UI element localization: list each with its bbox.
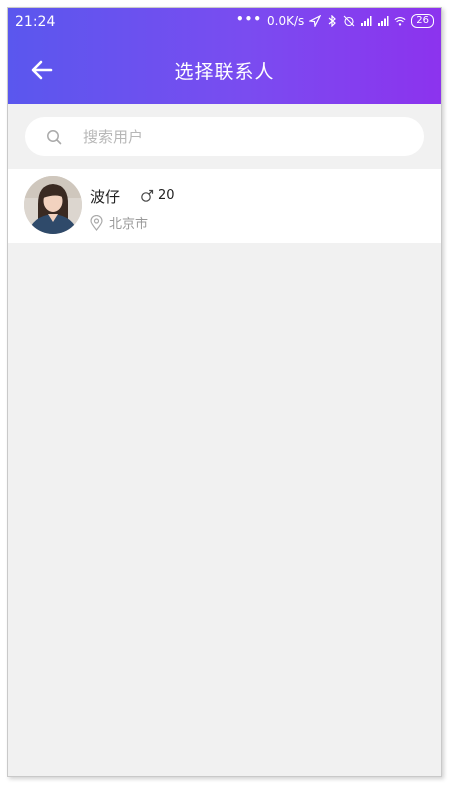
location-arrow-icon [309,15,322,27]
wifi-icon [394,17,406,26]
contact-location: 北京市 [90,213,148,232]
network-speed: 0.0K/s [267,14,305,28]
bluetooth-icon [328,15,337,27]
contact-name: 波仔 [90,188,121,206]
gender-age: 20 [140,188,175,203]
status-time: 21:24 [15,14,56,30]
nav-bar: 选择联系人 [8,38,441,104]
search-input[interactable] [81,126,385,147]
alarm-off-icon [343,15,355,27]
contact-city: 北京市 [109,217,149,232]
search-bar[interactable] [25,117,424,156]
page-title: 选择联系人 [174,61,275,83]
contact-age: 20 [158,188,175,203]
more-dots-icon: ••• [236,12,263,26]
male-icon [141,189,154,202]
status-icons: ••• 0.0K/s 26 [236,12,434,28]
avatar-image [24,176,82,234]
signal-icon-2 [378,16,389,26]
contact-list-item[interactable]: 波仔 20 北京市 [8,169,441,243]
status-bar: 21:24 ••• 0.0K/s 26 [8,8,441,38]
search-icon [47,129,62,144]
app-header: 21:24 ••• 0.0K/s 26 选择联系人 [8,8,441,104]
signal-icon [361,16,372,26]
battery-indicator: 26 [411,14,434,28]
location-pin-icon [90,214,103,231]
avatar [24,176,82,234]
phone-screen: 21:24 ••• 0.0K/s 26 选择联系人 搜索用户 波仔 20 北京市 [7,7,442,777]
